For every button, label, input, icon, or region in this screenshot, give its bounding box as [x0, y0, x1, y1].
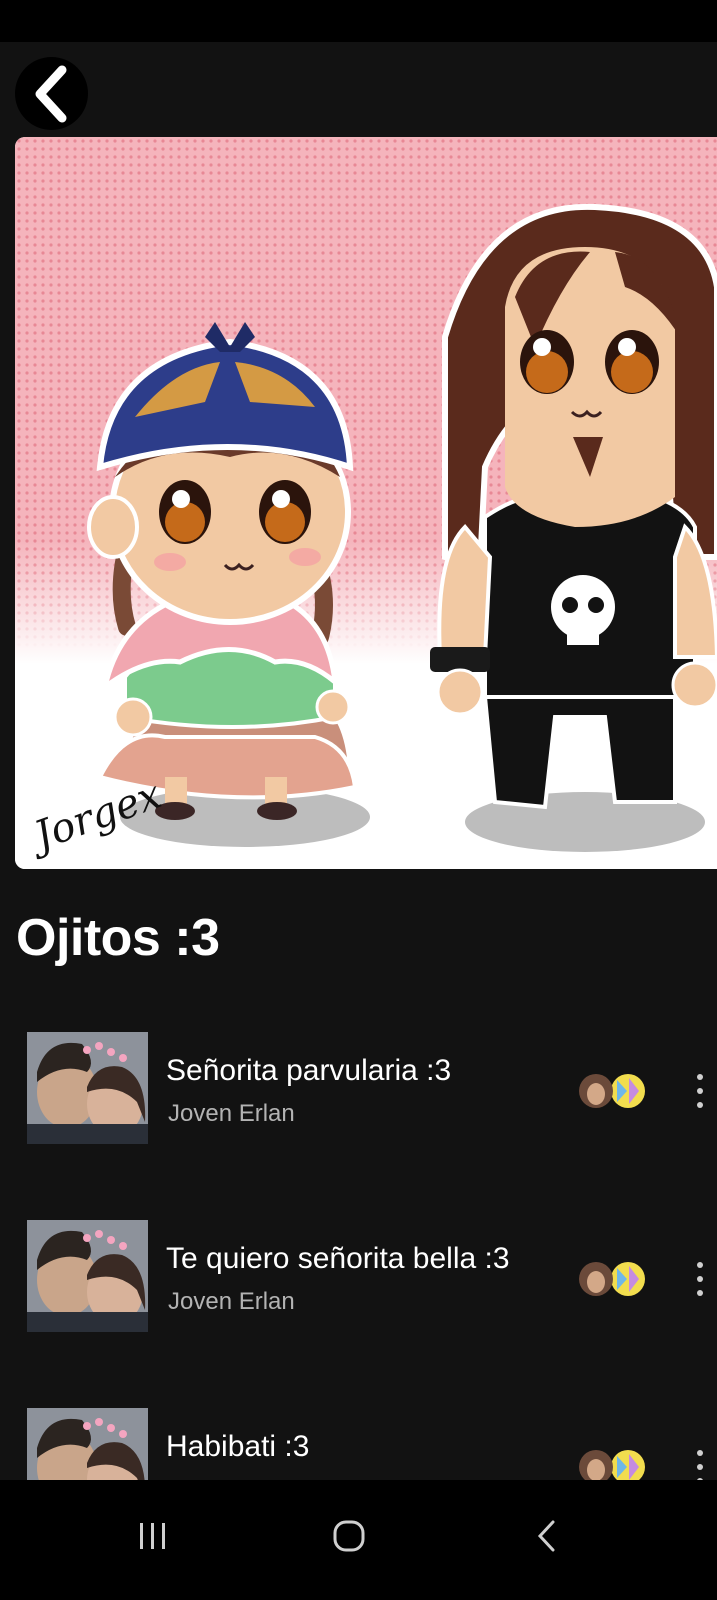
collaborators-avatars [579, 1074, 645, 1108]
collaborators-avatars [579, 1262, 645, 1296]
playlist-cover-image: Jorgex [15, 137, 717, 869]
collaborators-avatars [579, 1450, 645, 1480]
chevron-left-icon [35, 65, 66, 122]
status-bar [0, 0, 717, 42]
playlist-title: Ojitos :3 [16, 909, 220, 967]
more-options-button[interactable] [694, 1074, 706, 1108]
track-artist: Joven Erlan [168, 1288, 295, 1315]
track-row[interactable]: Te quiero señorita bella :3 Joven Erlan [0, 1220, 717, 1335]
track-artist: Joven Erlan [168, 1100, 295, 1127]
track-title: Habibati :3 [166, 1430, 310, 1463]
back-nav-button[interactable] [512, 1506, 582, 1566]
recent-apps-icon [140, 1523, 165, 1549]
track-row[interactable]: Señorita parvularia :3 Joven Erlan [0, 1032, 717, 1147]
system-navigation-bar [0, 1480, 717, 1600]
back-button[interactable] [15, 57, 88, 130]
track-row[interactable]: Habibati :3 [0, 1408, 717, 1480]
back-icon [537, 1520, 555, 1552]
track-thumbnail [27, 1032, 148, 1144]
home-button[interactable] [314, 1506, 384, 1566]
more-options-button[interactable] [694, 1450, 706, 1480]
track-thumbnail [27, 1408, 148, 1480]
track-thumbnail [27, 1220, 148, 1332]
track-title: Te quiero señorita bella :3 [166, 1242, 510, 1275]
more-options-button[interactable] [694, 1262, 706, 1296]
track-title: Señorita parvularia :3 [166, 1054, 452, 1087]
recent-apps-button[interactable] [118, 1506, 188, 1566]
home-icon [333, 1520, 365, 1552]
